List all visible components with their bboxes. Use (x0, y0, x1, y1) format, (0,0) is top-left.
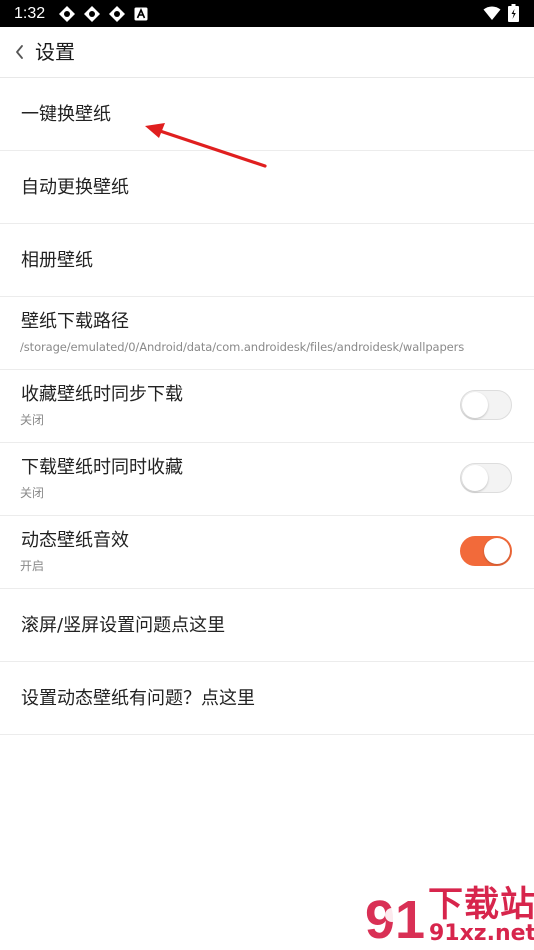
setting-auto-change-wallpaper[interactable]: 自动更换壁纸 (0, 151, 534, 224)
toggle-switch[interactable] (460, 536, 512, 566)
chevron-left-icon (16, 45, 23, 59)
setting-sync-download-on-favorite[interactable]: 收藏壁纸时同步下载 关闭 (0, 370, 534, 443)
setting-live-wallpaper-help[interactable]: 设置动态壁纸有问题？点这里 (0, 662, 534, 735)
toggle-knob (462, 465, 488, 491)
battery-icon (508, 4, 519, 22)
status-bar: 1:32 (0, 0, 534, 27)
setting-title: 相册壁纸 (21, 250, 93, 271)
setting-title: 下载壁纸时同时收藏 (21, 457, 183, 478)
setting-title: 收藏壁纸时同步下载 (21, 384, 183, 405)
setting-scroll-screen-help[interactable]: 滚屏/竖屏设置问题点这里 (0, 589, 534, 662)
watermark-url: 91xz.net (429, 921, 534, 946)
setting-subtitle: 关闭 (20, 413, 45, 427)
toggle-switch[interactable] (460, 390, 512, 420)
watermark-title: 下载站 (428, 885, 534, 925)
toggle-switch[interactable] (460, 463, 512, 493)
page-title: 设置 (35, 40, 75, 64)
setting-subtitle: 关闭 (20, 486, 45, 500)
watermark: 91 下载站 91xz.net (360, 884, 534, 950)
toggle-knob (484, 538, 510, 564)
setting-subtitle: /storage/emulated/0/Android/data/com.and… (20, 340, 465, 354)
settings-list: 一键换壁纸 自动更换壁纸 相册壁纸 壁纸下载路径 /storage/emulat… (0, 78, 534, 735)
wifi-icon (483, 6, 501, 20)
back-button[interactable] (8, 38, 32, 66)
setting-title: 滚屏/竖屏设置问题点这里 (21, 615, 226, 636)
a-notification-icon (134, 7, 148, 21)
setting-album-wallpaper[interactable]: 相册壁纸 (0, 224, 534, 297)
app-notification-icon (59, 6, 75, 22)
setting-one-tap-wallpaper[interactable]: 一键换壁纸 (0, 78, 534, 151)
setting-title: 动态壁纸音效 (21, 530, 129, 551)
setting-title: 一键换壁纸 (21, 104, 111, 125)
setting-live-wallpaper-sound[interactable]: 动态壁纸音效 开启 (0, 516, 534, 589)
app-notification-icon (84, 6, 100, 22)
status-time: 1:32 (14, 5, 46, 22)
setting-subtitle: 开启 (20, 559, 45, 573)
setting-favorite-on-download[interactable]: 下载壁纸时同时收藏 关闭 (0, 443, 534, 516)
toggle-knob (462, 392, 488, 418)
setting-title: 自动更换壁纸 (21, 177, 129, 198)
app-notification-icon (109, 6, 125, 22)
setting-title: 壁纸下载路径 (21, 311, 129, 332)
watermark-logo-icon: 91 (365, 890, 425, 950)
header: 设置 (0, 27, 534, 78)
setting-download-path[interactable]: 壁纸下载路径 /storage/emulated/0/Android/data/… (0, 297, 534, 370)
setting-title: 设置动态壁纸有问题？点这里 (21, 688, 255, 709)
